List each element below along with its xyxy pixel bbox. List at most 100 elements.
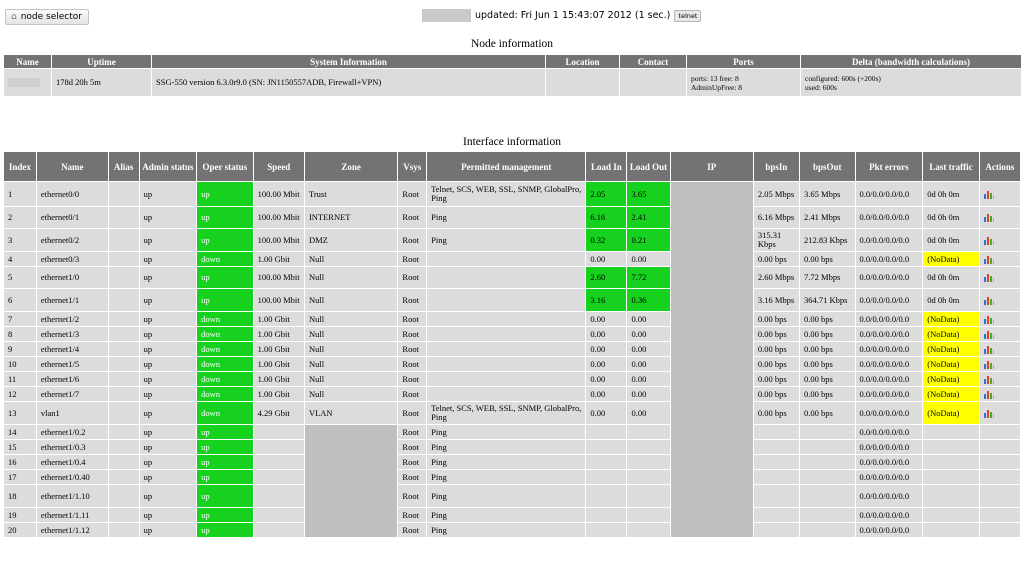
node-header-ports: Ports <box>686 54 801 69</box>
iface-name-cell: ethernet0/1 <box>35 206 109 229</box>
bar-chart-icon[interactable] <box>983 236 994 245</box>
admin-status-cell: up <box>138 341 198 357</box>
actions-cell[interactable] <box>978 288 1022 312</box>
bar-chart-icon[interactable] <box>983 315 994 324</box>
vsys-cell: Root <box>397 181 428 207</box>
table-row: 6 ethernet1/1 up up 100.00 Mbit Null Root 3.16 0… <box>3 288 1022 312</box>
bar-chart-icon[interactable] <box>983 330 994 339</box>
bar-chart-icon[interactable] <box>983 375 994 384</box>
oper-status-cell: down <box>196 326 254 342</box>
oper-status-cell: up <box>196 228 254 252</box>
bps-out-cell <box>799 522 856 538</box>
vsys-cell: Root <box>397 522 428 538</box>
interface-header-load-out: Load Out <box>626 151 671 182</box>
actions-cell <box>978 507 1022 523</box>
bps-out-cell: 0.00 bps <box>799 356 856 372</box>
interface-header-actions: Actions <box>978 151 1022 182</box>
interface-header-bpsin: bpsIn <box>752 151 801 182</box>
iface-name-cell: ethernet1/3 <box>35 326 109 342</box>
actions-cell[interactable] <box>978 206 1022 229</box>
vsys-cell: Root <box>397 206 428 229</box>
table-row: 3 ethernet0/2 up up 100.00 Mbit DMZ Root Ping 0.… <box>3 228 1022 252</box>
load-out-cell <box>626 469 671 485</box>
load-out-cell: 0.00 <box>626 311 671 327</box>
speed-cell: 1.00 Gbit <box>252 251 305 267</box>
mgmt-cell <box>426 266 587 289</box>
interface-header-index: Index <box>3 151 37 182</box>
interface-header-pkt-errors: Pkt errors <box>854 151 924 182</box>
table-row: 17 ethernet1/0.40 up up Root Ping 0.0/0.0/0.0/… <box>3 469 1022 485</box>
mgmt-cell: Ping <box>426 439 587 455</box>
bar-chart-icon[interactable] <box>983 190 994 199</box>
admin-status-cell: up <box>138 522 198 538</box>
vsys-cell: Root <box>397 424 428 440</box>
bar-chart-icon[interactable] <box>983 213 994 223</box>
iface-name-cell: ethernet1/0.4 <box>35 454 109 470</box>
last-traffic-cell: (NoData) <box>922 311 980 327</box>
table-row: 14 ethernet1/0.2 up up Root Ping 0.0/0.0/0.0/0… <box>3 424 1022 538</box>
oper-status-cell: up <box>196 439 254 455</box>
actions-cell[interactable] <box>978 341 1022 357</box>
index-cell: 7 <box>3 311 37 327</box>
pkt-errors-cell: 0.0/0.0/0.0/0.0 <box>854 356 924 372</box>
actions-cell[interactable] <box>978 311 1022 327</box>
bar-chart-icon[interactable] <box>983 390 994 399</box>
load-out-cell <box>626 454 671 470</box>
node-ports: ports: 13 free: 8 AdminUpFree: 8 <box>686 68 801 97</box>
actions-cell[interactable] <box>978 386 1022 402</box>
last-traffic-cell <box>922 507 980 523</box>
bar-chart-icon[interactable] <box>983 273 994 283</box>
actions-cell[interactable] <box>978 371 1022 387</box>
load-in-cell <box>585 424 628 440</box>
table-row: 5 ethernet1/0 up up 100.00 Mbit Null Root 2.60 7… <box>3 266 1022 289</box>
bps-out-cell: 0.00 bps <box>799 341 856 357</box>
ip-cell-redacted <box>669 181 754 538</box>
pkt-errors-cell: 0.0/0.0/0.0/0.0 <box>854 439 924 455</box>
node-info-table: Name Uptime System Information Location Cont… <box>3 54 1022 97</box>
mgmt-cell: Ping <box>426 522 587 538</box>
actions-cell[interactable] <box>978 251 1022 267</box>
bps-in-cell: 0.00 bps <box>752 386 801 402</box>
actions-cell[interactable] <box>978 401 1022 425</box>
table-row: 9 ethernet1/4 up down 1.00 Gbit Null Root 0.00 0… <box>3 341 1022 357</box>
bar-chart-icon[interactable] <box>983 296 994 305</box>
load-in-cell <box>585 439 628 455</box>
vsys-cell: Root <box>397 341 428 357</box>
bar-chart-icon[interactable] <box>983 255 994 264</box>
load-out-cell: 0.00 <box>626 371 671 387</box>
bar-chart-icon[interactable] <box>983 409 994 418</box>
iface-name-cell: ethernet1/7 <box>35 386 109 402</box>
last-traffic-cell: (NoData) <box>922 341 980 357</box>
actions-cell[interactable] <box>978 326 1022 342</box>
index-cell: 5 <box>3 266 37 289</box>
vsys-cell: Root <box>397 228 428 252</box>
bps-out-cell: 0.00 bps <box>799 386 856 402</box>
last-traffic-cell <box>922 454 980 470</box>
iface-name-cell: ethernet1/0.2 <box>35 424 109 440</box>
bar-chart-icon[interactable] <box>983 360 994 369</box>
bps-in-cell: 0.00 bps <box>752 356 801 372</box>
mgmt-cell: Ping <box>426 454 587 470</box>
actions-cell[interactable] <box>978 356 1022 372</box>
alias-cell <box>107 341 140 357</box>
alias-cell <box>107 326 140 342</box>
zone-cell: DMZ <box>303 228 399 252</box>
iface-name-cell: ethernet1/0 <box>35 266 109 289</box>
last-traffic-cell: (NoData) <box>922 251 980 267</box>
actions-cell[interactable] <box>978 228 1022 252</box>
node-selector-button[interactable]: ⌂ node selector <box>5 9 89 25</box>
bar-chart-icon[interactable] <box>983 345 994 354</box>
table-row: 20 ethernet1/1.12 up up Root Ping 0.0/0.0/0.0/… <box>3 522 1022 538</box>
interface-header-vsys: Vsys <box>397 151 428 182</box>
pkt-errors-cell: 0.0/0.0/0.0/0.0 <box>854 371 924 387</box>
ports-line-2: AdminUpFree: 8 <box>691 82 743 92</box>
load-in-cell: 0.00 <box>585 401 628 425</box>
pkt-errors-cell: 0.0/0.0/0.0/0.0 <box>854 181 924 207</box>
actions-cell[interactable] <box>978 266 1022 289</box>
speed-cell <box>252 484 305 508</box>
telnet-button[interactable]: telnet <box>674 9 702 22</box>
speed-cell <box>252 507 305 523</box>
actions-cell[interactable] <box>978 181 1022 207</box>
pkt-errors-cell: 0.0/0.0/0.0/0.0 <box>854 341 924 357</box>
pkt-errors-cell: 0.0/0.0/0.0/0.0 <box>854 251 924 267</box>
